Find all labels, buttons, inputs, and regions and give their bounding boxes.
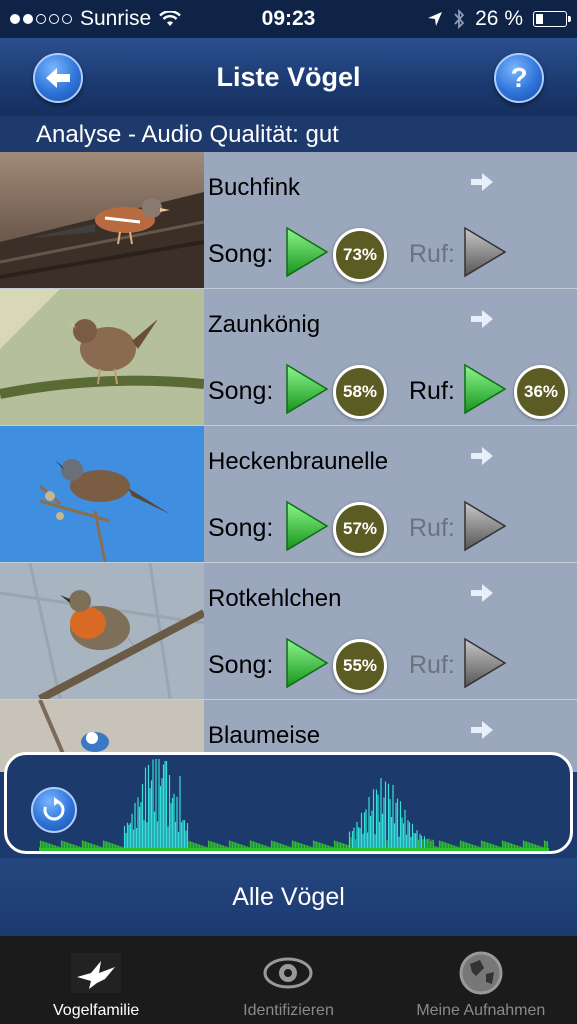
ruf-match-badge: 36% [514,365,568,419]
bird-name: Buchfink [208,174,301,201]
status-right: 26 % [427,7,571,31]
status-left: Sunrise [10,7,182,31]
ruf-play-icon-disabled [464,226,507,278]
bird-name: Heckenbraunelle [208,448,389,475]
carrier-name: Sunrise [80,7,152,30]
song-match-badge: 57% [333,502,387,556]
ruf-label: Ruf: [409,240,455,268]
back-button[interactable] [33,53,83,103]
song-label: Song: [208,240,274,268]
waveform-baseline [39,848,549,851]
detail-arrow-icon[interactable] [470,309,494,329]
bird-name: Rotkehlchen [208,585,342,612]
song-label: Song: [208,377,274,405]
bird-name: Zaunkönig [208,311,321,338]
ruf-play-icon-disabled [464,637,507,689]
status-bar: Sunrise 09:23 26 % [0,0,577,38]
globe-icon [456,950,506,996]
song-label: Song: [208,651,274,679]
bird-photo-zaunkoenig [0,289,204,425]
ruf-play-icon[interactable] [462,361,508,417]
eye-icon [263,950,313,996]
signal-dot [10,14,20,24]
battery-fill [536,14,543,24]
bird-list: Buchfink Song: 73% Ruf: Zaunkönig Song: … [0,152,577,772]
song-match-badge: 73% [333,228,387,282]
bird-icon [71,950,122,996]
nav-bar: Liste Vögel ? [0,38,577,116]
song-match-badge: 58% [333,365,387,419]
battery-icon [533,11,571,27]
signal-dot [23,14,33,24]
tab-label: Identifizieren [243,1002,334,1019]
song-match-badge: 55% [333,639,387,693]
bird-photo-buchfink [0,152,204,288]
waveform-panel [4,752,573,854]
bird-row-buchfink[interactable]: Buchfink Song: 73% Ruf: [0,152,577,289]
bird-row-heckenbraunelle[interactable]: Heckenbraunelle Song: 57% Ruf: [0,426,577,563]
ruf-label: Ruf: [409,377,455,405]
detail-arrow-icon[interactable] [470,446,494,466]
refresh-button[interactable] [31,787,77,833]
song-play-icon[interactable] [284,361,330,417]
bird-name: Blaumeise [208,722,321,749]
bird-row-zaunkoenig[interactable]: Zaunkönig Song: 58% Ruf: 36% [0,289,577,426]
tab-meine-aufnahmen[interactable]: Meine Aufnahmen [385,936,577,1024]
page-title: Liste Vögel [216,61,361,92]
audio-waveform [39,759,549,851]
song-play-icon[interactable] [284,635,330,691]
all-birds-button[interactable]: Alle Vögel [0,858,577,936]
detail-arrow-icon[interactable] [470,583,494,603]
bluetooth-icon [454,9,465,29]
analysis-header: Analyse - Audio Qualität: gut [0,116,577,152]
refresh-icon [43,797,65,821]
arrow-left-icon [46,68,70,88]
song-play-icon[interactable] [284,224,330,280]
ruf-play-icon-disabled [464,500,507,552]
signal-dot [49,14,59,24]
ruf-label: Ruf: [409,651,455,679]
wifi-icon [159,11,182,26]
signal-strength-icon [10,14,72,24]
tab-identifizieren[interactable]: Identifizieren [192,936,384,1024]
tab-label: Vogelfamilie [53,1002,140,1019]
detail-arrow-icon[interactable] [470,172,494,192]
tab-vogelfamilie[interactable]: Vogelfamilie [0,936,192,1024]
help-button[interactable]: ? [494,53,544,103]
tab-bar: Vogelfamilie Identifizieren Meine Aufnah… [0,936,577,1024]
help-icon: ? [510,62,528,93]
signal-dot [36,14,46,24]
bird-photo-rotkehlchen [0,563,204,699]
signal-dot [62,14,72,24]
bird-row-rotkehlchen[interactable]: Rotkehlchen Song: 55% Ruf: [0,563,577,700]
battery-percent: 26 % [475,7,523,30]
song-play-icon[interactable] [284,498,330,554]
ruf-label: Ruf: [409,514,455,542]
app-screen: Sunrise 09:23 26 % Liste Vögel ? Analyse… [0,0,577,1024]
song-label: Song: [208,514,274,542]
location-icon [428,12,443,26]
detail-arrow-icon[interactable] [470,720,494,740]
bird-photo-heckenbraunelle [0,426,204,562]
tab-label: Meine Aufnahmen [416,1002,546,1019]
